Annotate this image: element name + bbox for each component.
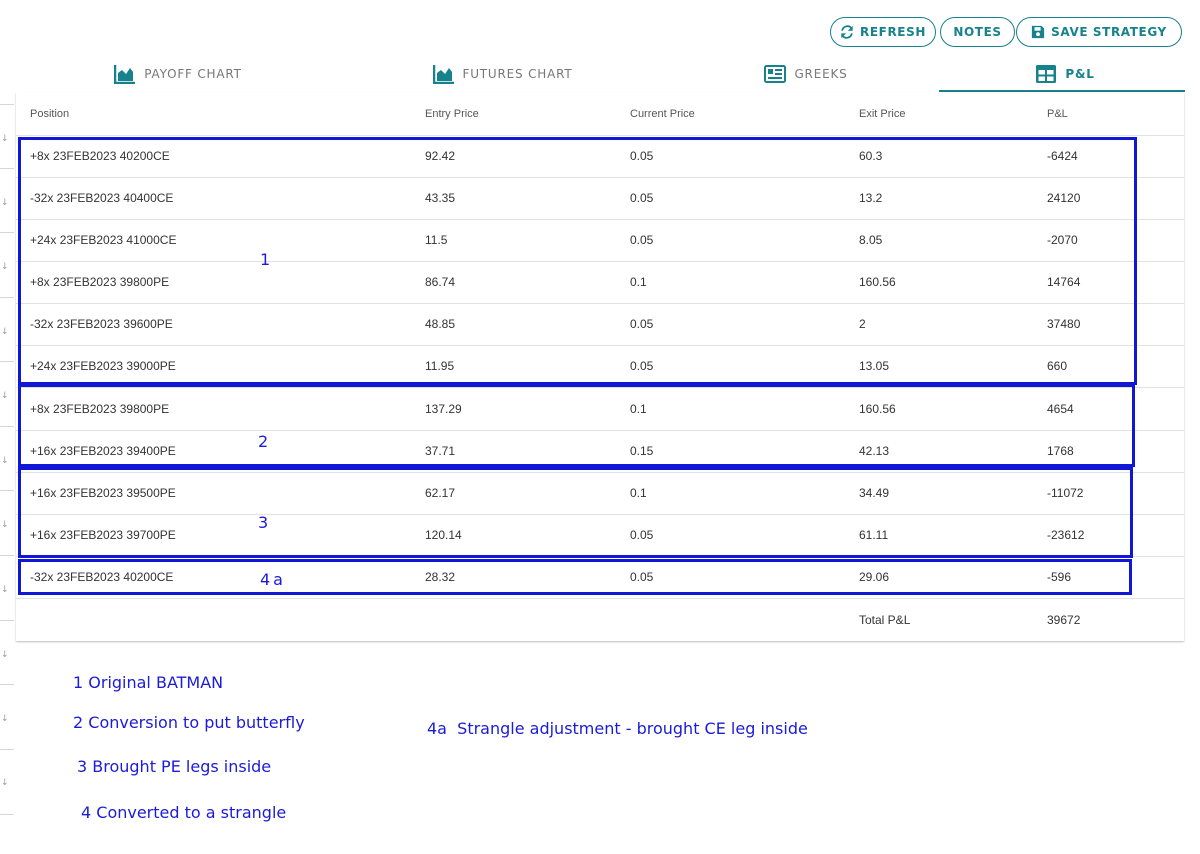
tab-pnl[interactable]: P&L [1020, 56, 1110, 92]
annotation-label-1: 1 [260, 250, 271, 269]
annotation-note-1: 1 Original BATMAN [73, 673, 224, 692]
notes-label: Notes [953, 25, 1002, 39]
annotation-note-4: 4 Converted to a strangle [81, 803, 287, 822]
tab-futures-chart[interactable]: Futures Chart [425, 56, 580, 92]
column-header-exit-price: Exit Price [859, 107, 906, 120]
table-icon [1036, 65, 1057, 83]
notes-button[interactable]: Notes [940, 17, 1015, 47]
tab-payoff-chart[interactable]: Payoff Chart [104, 56, 252, 92]
column-header-pnl: P&L [1047, 107, 1068, 120]
floppy-disk-icon [1032, 25, 1045, 39]
tab-greeks[interactable]: Greeks [756, 56, 856, 92]
refresh-label: Refresh [860, 25, 926, 39]
refresh-button[interactable]: Refresh [830, 17, 936, 47]
annotation-box-group-1 [18, 137, 1137, 385]
column-header-position: Position [30, 107, 70, 120]
save-strategy-label: Save Strategy [1051, 25, 1167, 39]
annotation-label-4a: 4a [260, 570, 286, 589]
annotation-box-group-3 [18, 467, 1133, 558]
annotation-note-3: 3 Brought PE legs inside [77, 757, 272, 776]
annotation-note-4a: 4a Strangle adjustment - brought CE leg … [427, 719, 808, 738]
column-header-entry-price: Entry Price [425, 107, 479, 120]
tab-label: Payoff Chart [144, 67, 242, 81]
annotation-note-2: 2 Conversion to put butterfly [73, 713, 305, 732]
total-pnl-value: 39672 [1047, 613, 1081, 627]
total-pnl-label: Total P&L [859, 613, 911, 627]
refresh-icon [841, 25, 853, 39]
annotation-label-3: 3 [258, 513, 269, 532]
tab-label: Greeks [794, 67, 848, 81]
tab-label: Futures Chart [462, 67, 573, 81]
annotation-box-group-4a [18, 559, 1132, 595]
annotation-box-group-2 [18, 384, 1135, 467]
annotation-label-2: 2 [258, 432, 269, 451]
table-header: Position Entry Price Current Price Exit … [16, 92, 1184, 136]
total-row: Total P&L 39672 [16, 599, 1184, 641]
newspaper-icon [764, 65, 787, 83]
tab-label: P&L [1065, 67, 1095, 81]
area-chart-icon [114, 65, 136, 84]
area-chart-icon [432, 65, 454, 84]
save-strategy-button[interactable]: Save Strategy [1016, 17, 1182, 47]
column-header-current-price: Current Price [630, 107, 695, 120]
